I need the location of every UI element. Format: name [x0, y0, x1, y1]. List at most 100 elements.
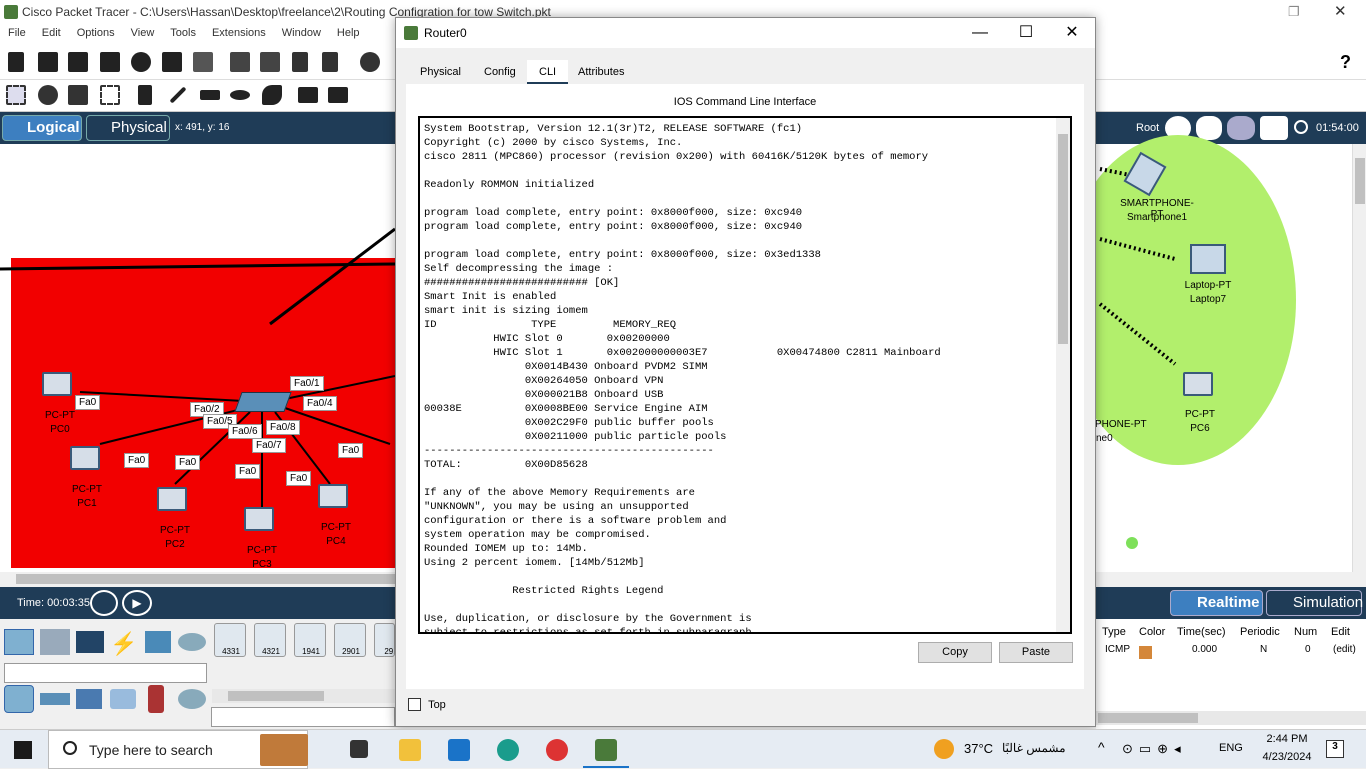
physical-tab[interactable]: Physical: [86, 115, 170, 141]
tab-physical[interactable]: Physical: [408, 60, 473, 84]
network-devices-icon[interactable]: [4, 629, 34, 655]
fast-forward-icon[interactable]: ▶: [122, 590, 152, 616]
pc4-icon[interactable]: [318, 484, 348, 508]
tray-chevron-icon[interactable]: ^: [1098, 739, 1105, 755]
clock-time[interactable]: 2:44 PM: [1262, 733, 1312, 745]
routers-icon[interactable]: [4, 685, 34, 713]
pc2-icon[interactable]: [157, 487, 187, 511]
pc0-icon[interactable]: [42, 372, 72, 396]
router-window-titlebar[interactable]: Router0 — ☐ ✕: [396, 18, 1095, 48]
select-icon[interactable]: [6, 85, 26, 105]
cluster-icon[interactable]: [1196, 116, 1222, 140]
multiuser-icon[interactable]: [178, 633, 206, 651]
device-list-scrollbar[interactable]: [212, 689, 395, 703]
pc3-icon[interactable]: [244, 507, 274, 531]
network-info-icon[interactable]: [162, 52, 182, 72]
tab-attributes[interactable]: Attributes: [566, 60, 636, 84]
notification-icon[interactable]: 3: [1326, 740, 1344, 758]
simulation-button[interactable]: Simulation: [1266, 590, 1363, 616]
connections-icon[interactable]: ⚡: [110, 631, 137, 656]
minimize-icon[interactable]: —: [957, 18, 1003, 48]
note-icon[interactable]: [138, 85, 152, 105]
copy-icon[interactable]: [230, 52, 250, 72]
logical-tab[interactable]: Logical: [2, 115, 82, 141]
simple-pdu-icon[interactable]: [298, 87, 318, 103]
switch-icon[interactable]: [234, 392, 292, 412]
copy-button[interactable]: Copy: [918, 642, 992, 663]
print-icon[interactable]: [100, 52, 120, 72]
menu-window[interactable]: Window: [274, 24, 329, 39]
event-edit-link[interactable]: (edit): [1333, 644, 1356, 655]
info-icon[interactable]: [131, 52, 151, 72]
background-image-icon[interactable]: [1260, 116, 1288, 140]
menu-options[interactable]: Options: [69, 24, 123, 39]
task-view-icon[interactable]: [350, 740, 368, 758]
menu-file[interactable]: File: [0, 24, 34, 39]
rectangle-icon[interactable]: [200, 90, 220, 100]
pc6-icon[interactable]: [1183, 372, 1213, 396]
top-checkbox-row[interactable]: Top: [408, 698, 446, 711]
end-devices-icon[interactable]: [40, 629, 70, 655]
activity-wizard-icon[interactable]: [193, 52, 213, 72]
switches-icon[interactable]: [40, 693, 70, 705]
menu-edit[interactable]: Edit: [34, 24, 69, 39]
menu-tools[interactable]: Tools: [162, 24, 204, 39]
clock-date[interactable]: 4/23/2024: [1258, 751, 1316, 763]
search-highlight-icon[interactable]: [260, 734, 308, 766]
pc1-icon[interactable]: [70, 446, 100, 470]
resize-icon[interactable]: [100, 85, 120, 105]
router-model-2911[interactable]: 291: [374, 623, 395, 657]
realtime-button[interactable]: Realtime: [1170, 590, 1263, 616]
tab-config[interactable]: Config: [472, 60, 528, 84]
zoom-in-icon[interactable]: [360, 52, 380, 72]
wireless-devices-icon[interactable]: [110, 689, 136, 709]
hscroll-thumb[interactable]: [16, 574, 396, 584]
power-cycle-icon[interactable]: [90, 590, 118, 616]
laptop-icon[interactable]: [1190, 244, 1226, 274]
maximize-icon[interactable]: ☐: [1003, 18, 1049, 48]
cli-scroll-thumb[interactable]: [1058, 134, 1068, 344]
language-indicator[interactable]: ENG: [1219, 742, 1243, 754]
tab-cli[interactable]: CLI: [527, 60, 569, 84]
menu-extensions[interactable]: Extensions: [204, 24, 274, 39]
misc-icon[interactable]: [145, 631, 171, 653]
canvas-vertical-scrollbar[interactable]: [1352, 144, 1366, 572]
chrome-icon[interactable]: [546, 739, 568, 761]
close-icon[interactable]: ✕: [1049, 18, 1095, 48]
menu-view[interactable]: View: [123, 24, 163, 39]
packet-tracer-icon[interactable]: [595, 739, 617, 761]
delete-icon[interactable]: [68, 85, 88, 105]
ellipse-icon[interactable]: [230, 90, 250, 100]
open-icon[interactable]: [38, 52, 58, 72]
file-explorer-icon[interactable]: [399, 739, 421, 761]
vscroll-thumb[interactable]: [1355, 158, 1365, 204]
router-model-1941[interactable]: 1941: [294, 623, 326, 657]
router-model-2901[interactable]: 2901: [334, 623, 366, 657]
navigation-icon[interactable]: [1227, 116, 1255, 140]
help-icon[interactable]: ?: [1340, 52, 1351, 73]
menu-help[interactable]: Help: [329, 24, 368, 39]
category-search-box[interactable]: [4, 663, 207, 683]
hubs-icon[interactable]: [76, 689, 102, 709]
complex-pdu-icon[interactable]: [328, 87, 348, 103]
router-model-4321[interactable]: 4321: [254, 623, 286, 657]
router-model-4331[interactable]: 4331: [214, 623, 246, 657]
inspect-icon[interactable]: [38, 85, 58, 105]
undo-icon[interactable]: [292, 52, 308, 72]
tray-icons[interactable]: ⊙▭⊕◂: [1122, 741, 1187, 757]
security-icon[interactable]: [148, 685, 164, 713]
paste-icon[interactable]: [260, 52, 280, 72]
line-icon[interactable]: [169, 86, 187, 104]
event-list-scrollbar[interactable]: [1096, 711, 1366, 725]
paste-button[interactable]: Paste: [999, 642, 1073, 663]
restore-icon[interactable]: ❐: [1288, 4, 1300, 20]
new-icon[interactable]: [8, 52, 24, 72]
freeform-icon[interactable]: [262, 85, 282, 105]
redo-icon[interactable]: [322, 52, 338, 72]
close-icon[interactable]: ✕: [1334, 2, 1347, 20]
edge-icon[interactable]: [497, 739, 519, 761]
wan-emulation-icon[interactable]: [178, 689, 206, 709]
save-icon[interactable]: [68, 52, 88, 72]
components-icon[interactable]: [76, 631, 104, 653]
cli-console[interactable]: System Bootstrap, Version 12.1(3r)T2, RE…: [418, 116, 1072, 634]
